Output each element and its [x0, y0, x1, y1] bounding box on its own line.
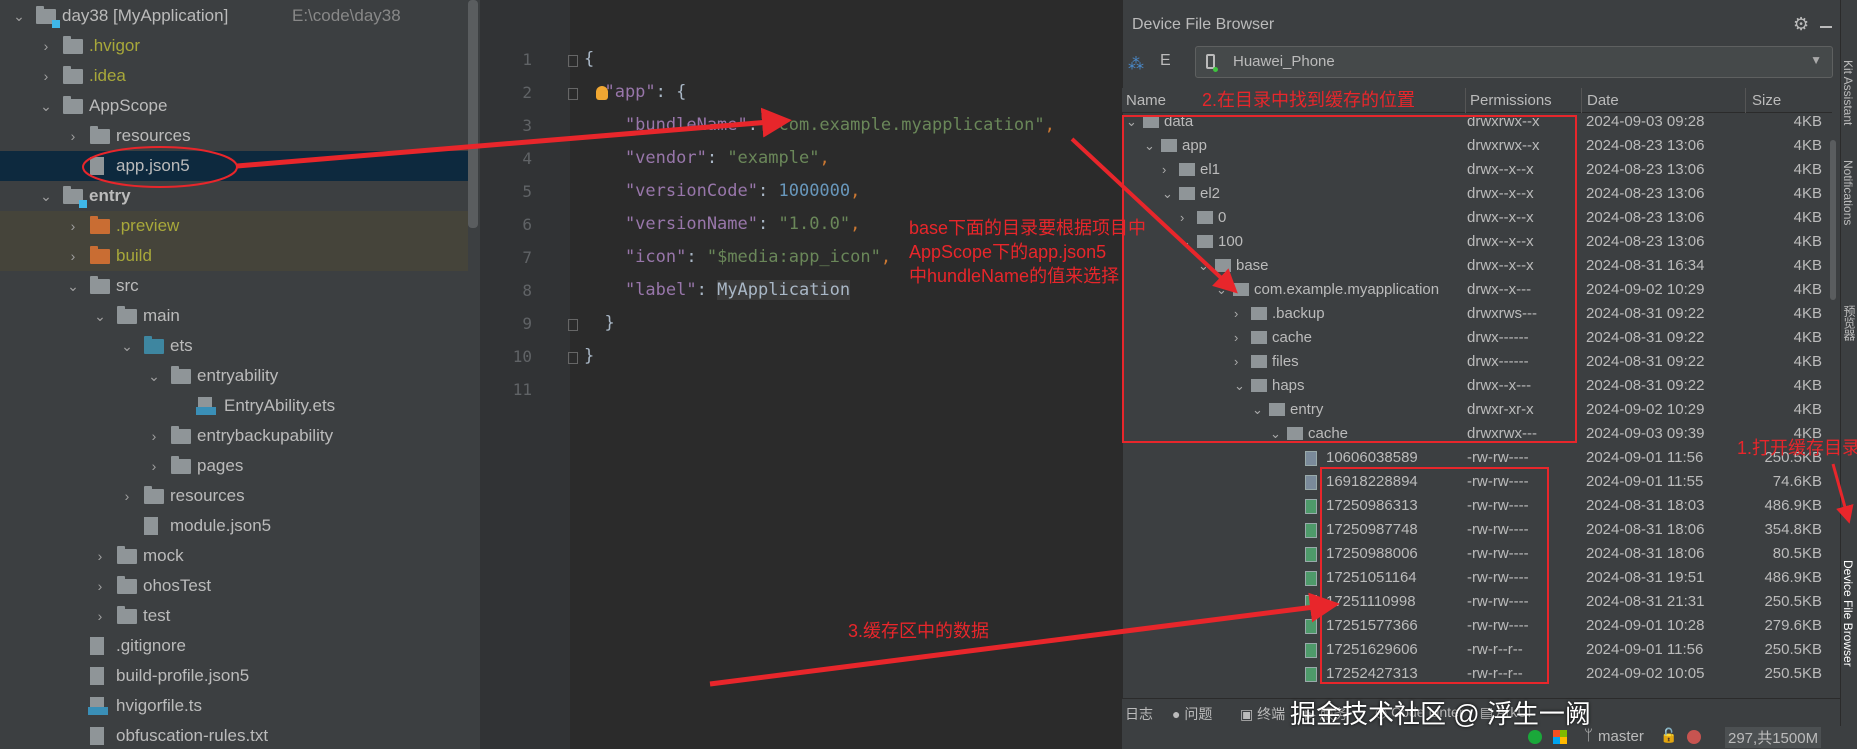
arrow-to-bundlename: [236, 107, 792, 169]
arrow-to-cache-data: [709, 592, 1340, 687]
highlight-box-directory: [1122, 115, 1577, 443]
arrow-to-dfb-tab: [1831, 463, 1854, 524]
annotation-note-1: base下面的目录要根据项目中: [909, 218, 1147, 238]
highlight-ellipse: [82, 146, 238, 188]
highlight-box-cache-files: [1320, 467, 1549, 684]
annotation-step1: 1.打开缓存目录: [1737, 438, 1857, 458]
annotation-step2: 2.在目录中找到缓存的位置: [1202, 90, 1416, 110]
watermark: 掘金技术社区 @ 浮生一阙: [1290, 699, 1591, 729]
annotation-note-3: 中hundleName的值来选择: [909, 266, 1120, 286]
annotation-step3: 3.缓存区中的数据: [848, 621, 990, 641]
annotation-note-2: AppScope下的app.json5: [909, 242, 1107, 262]
